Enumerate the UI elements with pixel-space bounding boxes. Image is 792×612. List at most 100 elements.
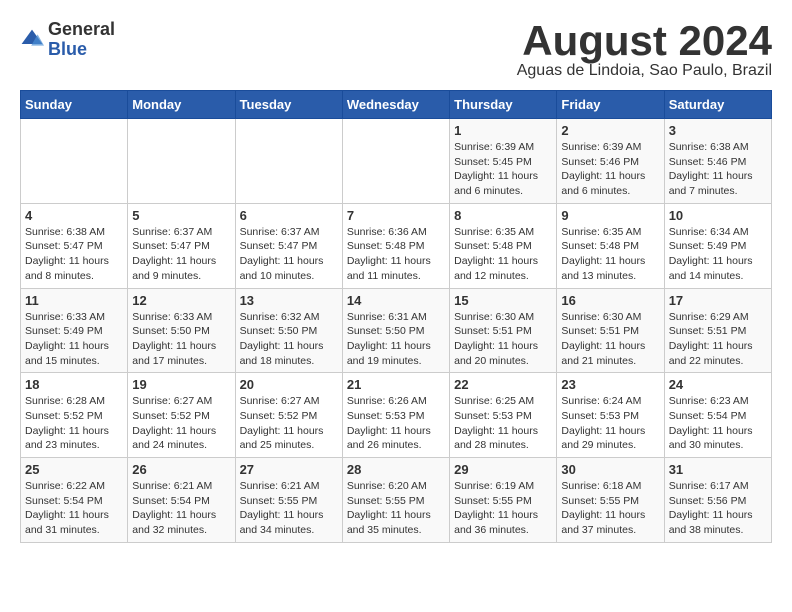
day-info: Sunrise: 6:32 AM Sunset: 5:50 PM Dayligh… — [240, 310, 338, 369]
day-number: 6 — [240, 208, 338, 223]
calendar-day-cell: 11Sunrise: 6:33 AM Sunset: 5:49 PM Dayli… — [21, 288, 128, 373]
day-number: 7 — [347, 208, 445, 223]
day-info: Sunrise: 6:35 AM Sunset: 5:48 PM Dayligh… — [454, 225, 552, 284]
day-number: 8 — [454, 208, 552, 223]
day-of-week-header: Friday — [557, 91, 664, 119]
day-info: Sunrise: 6:36 AM Sunset: 5:48 PM Dayligh… — [347, 225, 445, 284]
day-number: 3 — [669, 123, 767, 138]
day-number: 11 — [25, 293, 123, 308]
calendar-day-cell: 5 Sunrise: 6:37 AM Sunset: 5:47 PM Daylig… — [128, 203, 235, 288]
calendar-week-row: 18 Sunrise: 6:28 AM Sunset: 5:52 PM Dayli… — [21, 373, 772, 458]
page-header: General Blue August 2024 Aguas de Lindoi… — [20, 20, 772, 80]
day-number: 12 — [132, 293, 230, 308]
day-number: 28 — [347, 462, 445, 477]
day-info: Sunrise: 6:20 AM Sunset: 5:55 PM Dayligh… — [347, 479, 445, 538]
day-info: Sunrise: 6:24 AM Sunset: 5:53 PM Dayligh… — [561, 394, 659, 453]
day-number: 17 — [669, 293, 767, 308]
calendar-week-row: 11Sunrise: 6:33 AM Sunset: 5:49 PM Dayli… — [21, 288, 772, 373]
day-number: 4 — [25, 208, 123, 223]
day-info: Sunrise: 6:37 AM Sunset: 5:47 PM Dayligh… — [132, 225, 230, 284]
calendar-day-cell — [21, 119, 128, 204]
day-number: 24 — [669, 377, 767, 392]
days-of-week-row: SundayMondayTuesdayWednesdayThursdayFrid… — [21, 91, 772, 119]
calendar-day-cell: 9 Sunrise: 6:35 AM Sunset: 5:48 PM Daylig… — [557, 203, 664, 288]
calendar-body: 1 Sunrise: 6:39 AM Sunset: 5:45 PM Daylig… — [21, 119, 772, 543]
calendar-day-cell: 20 Sunrise: 6:27 AM Sunset: 5:52 PM Dayli… — [235, 373, 342, 458]
calendar-day-cell: 10 Sunrise: 6:34 AM Sunset: 5:49 PM Dayli… — [664, 203, 771, 288]
day-of-week-header: Wednesday — [342, 91, 449, 119]
day-info: Sunrise: 6:39 AM Sunset: 5:45 PM Dayligh… — [454, 140, 552, 199]
day-info: Sunrise: 6:21 AM Sunset: 5:54 PM Dayligh… — [132, 479, 230, 538]
day-info: Sunrise: 6:27 AM Sunset: 5:52 PM Dayligh… — [132, 394, 230, 453]
day-number: 22 — [454, 377, 552, 392]
day-number: 10 — [669, 208, 767, 223]
day-number: 20 — [240, 377, 338, 392]
logo-blue-text: Blue — [48, 39, 87, 59]
day-info: Sunrise: 6:34 AM Sunset: 5:49 PM Dayligh… — [669, 225, 767, 284]
day-number: 29 — [454, 462, 552, 477]
logo: General Blue — [20, 20, 115, 60]
calendar-week-row: 25 Sunrise: 6:22 AM Sunset: 5:54 PM Dayli… — [21, 458, 772, 543]
day-info: Sunrise: 6:35 AM Sunset: 5:48 PM Dayligh… — [561, 225, 659, 284]
day-number: 21 — [347, 377, 445, 392]
day-number: 30 — [561, 462, 659, 477]
location-subtitle: Aguas de Lindoia, Sao Paulo, Brazil — [517, 62, 772, 80]
calendar-day-cell: 23 Sunrise: 6:24 AM Sunset: 5:53 PM Dayli… — [557, 373, 664, 458]
calendar-day-cell: 8 Sunrise: 6:35 AM Sunset: 5:48 PM Daylig… — [450, 203, 557, 288]
day-info: Sunrise: 6:27 AM Sunset: 5:52 PM Dayligh… — [240, 394, 338, 453]
day-number: 1 — [454, 123, 552, 138]
calendar-day-cell: 1 Sunrise: 6:39 AM Sunset: 5:45 PM Daylig… — [450, 119, 557, 204]
title-block: August 2024 Aguas de Lindoia, Sao Paulo,… — [517, 20, 772, 80]
calendar-day-cell: 4 Sunrise: 6:38 AM Sunset: 5:47 PM Daylig… — [21, 203, 128, 288]
day-info: Sunrise: 6:28 AM Sunset: 5:52 PM Dayligh… — [25, 394, 123, 453]
calendar-week-row: 1 Sunrise: 6:39 AM Sunset: 5:45 PM Daylig… — [21, 119, 772, 204]
day-of-week-header: Sunday — [21, 91, 128, 119]
calendar-day-cell: 22Sunrise: 6:25 AM Sunset: 5:53 PM Dayli… — [450, 373, 557, 458]
calendar-week-row: 4 Sunrise: 6:38 AM Sunset: 5:47 PM Daylig… — [21, 203, 772, 288]
calendar-day-cell: 18 Sunrise: 6:28 AM Sunset: 5:52 PM Dayli… — [21, 373, 128, 458]
day-info: Sunrise: 6:37 AM Sunset: 5:47 PM Dayligh… — [240, 225, 338, 284]
calendar-day-cell: 19Sunrise: 6:27 AM Sunset: 5:52 PM Dayli… — [128, 373, 235, 458]
calendar-day-cell: 21 Sunrise: 6:26 AM Sunset: 5:53 PM Dayli… — [342, 373, 449, 458]
calendar-day-cell: 29Sunrise: 6:19 AM Sunset: 5:55 PM Dayli… — [450, 458, 557, 543]
day-info: Sunrise: 6:38 AM Sunset: 5:46 PM Dayligh… — [669, 140, 767, 199]
day-number: 23 — [561, 377, 659, 392]
day-info: Sunrise: 6:38 AM Sunset: 5:47 PM Dayligh… — [25, 225, 123, 284]
logo-icon — [20, 28, 44, 52]
day-info: Sunrise: 6:33 AM Sunset: 5:50 PM Dayligh… — [132, 310, 230, 369]
calendar-day-cell — [128, 119, 235, 204]
day-info: Sunrise: 6:26 AM Sunset: 5:53 PM Dayligh… — [347, 394, 445, 453]
calendar-day-cell: 3 Sunrise: 6:38 AM Sunset: 5:46 PM Daylig… — [664, 119, 771, 204]
calendar-day-cell: 25 Sunrise: 6:22 AM Sunset: 5:54 PM Dayli… — [21, 458, 128, 543]
day-number: 13 — [240, 293, 338, 308]
calendar-day-cell: 2Sunrise: 6:39 AM Sunset: 5:46 PM Daylig… — [557, 119, 664, 204]
calendar-day-cell — [235, 119, 342, 204]
day-info: Sunrise: 6:17 AM Sunset: 5:56 PM Dayligh… — [669, 479, 767, 538]
calendar-day-cell: 13 Sunrise: 6:32 AM Sunset: 5:50 PM Dayli… — [235, 288, 342, 373]
calendar-day-cell: 7 Sunrise: 6:36 AM Sunset: 5:48 PM Daylig… — [342, 203, 449, 288]
day-info: Sunrise: 6:30 AM Sunset: 5:51 PM Dayligh… — [561, 310, 659, 369]
day-of-week-header: Saturday — [664, 91, 771, 119]
month-title: August 2024 — [517, 20, 772, 62]
calendar-day-cell: 28 Sunrise: 6:20 AM Sunset: 5:55 PM Dayli… — [342, 458, 449, 543]
calendar-day-cell — [342, 119, 449, 204]
calendar-day-cell: 27 Sunrise: 6:21 AM Sunset: 5:55 PM Dayli… — [235, 458, 342, 543]
day-info: Sunrise: 6:22 AM Sunset: 5:54 PM Dayligh… — [25, 479, 123, 538]
day-of-week-header: Monday — [128, 91, 235, 119]
calendar-header: SundayMondayTuesdayWednesdayThursdayFrid… — [21, 91, 772, 119]
day-of-week-header: Tuesday — [235, 91, 342, 119]
day-number: 9 — [561, 208, 659, 223]
calendar-day-cell: 26Sunrise: 6:21 AM Sunset: 5:54 PM Dayli… — [128, 458, 235, 543]
day-number: 25 — [25, 462, 123, 477]
day-info: Sunrise: 6:23 AM Sunset: 5:54 PM Dayligh… — [669, 394, 767, 453]
day-number: 18 — [25, 377, 123, 392]
day-info: Sunrise: 6:21 AM Sunset: 5:55 PM Dayligh… — [240, 479, 338, 538]
calendar-day-cell: 15Sunrise: 6:30 AM Sunset: 5:51 PM Dayli… — [450, 288, 557, 373]
day-info: Sunrise: 6:30 AM Sunset: 5:51 PM Dayligh… — [454, 310, 552, 369]
calendar-day-cell: 14Sunrise: 6:31 AM Sunset: 5:50 PM Dayli… — [342, 288, 449, 373]
calendar-day-cell: 6 Sunrise: 6:37 AM Sunset: 5:47 PM Daylig… — [235, 203, 342, 288]
day-info: Sunrise: 6:18 AM Sunset: 5:55 PM Dayligh… — [561, 479, 659, 538]
calendar-day-cell: 31Sunrise: 6:17 AM Sunset: 5:56 PM Dayli… — [664, 458, 771, 543]
day-number: 27 — [240, 462, 338, 477]
day-number: 5 — [132, 208, 230, 223]
